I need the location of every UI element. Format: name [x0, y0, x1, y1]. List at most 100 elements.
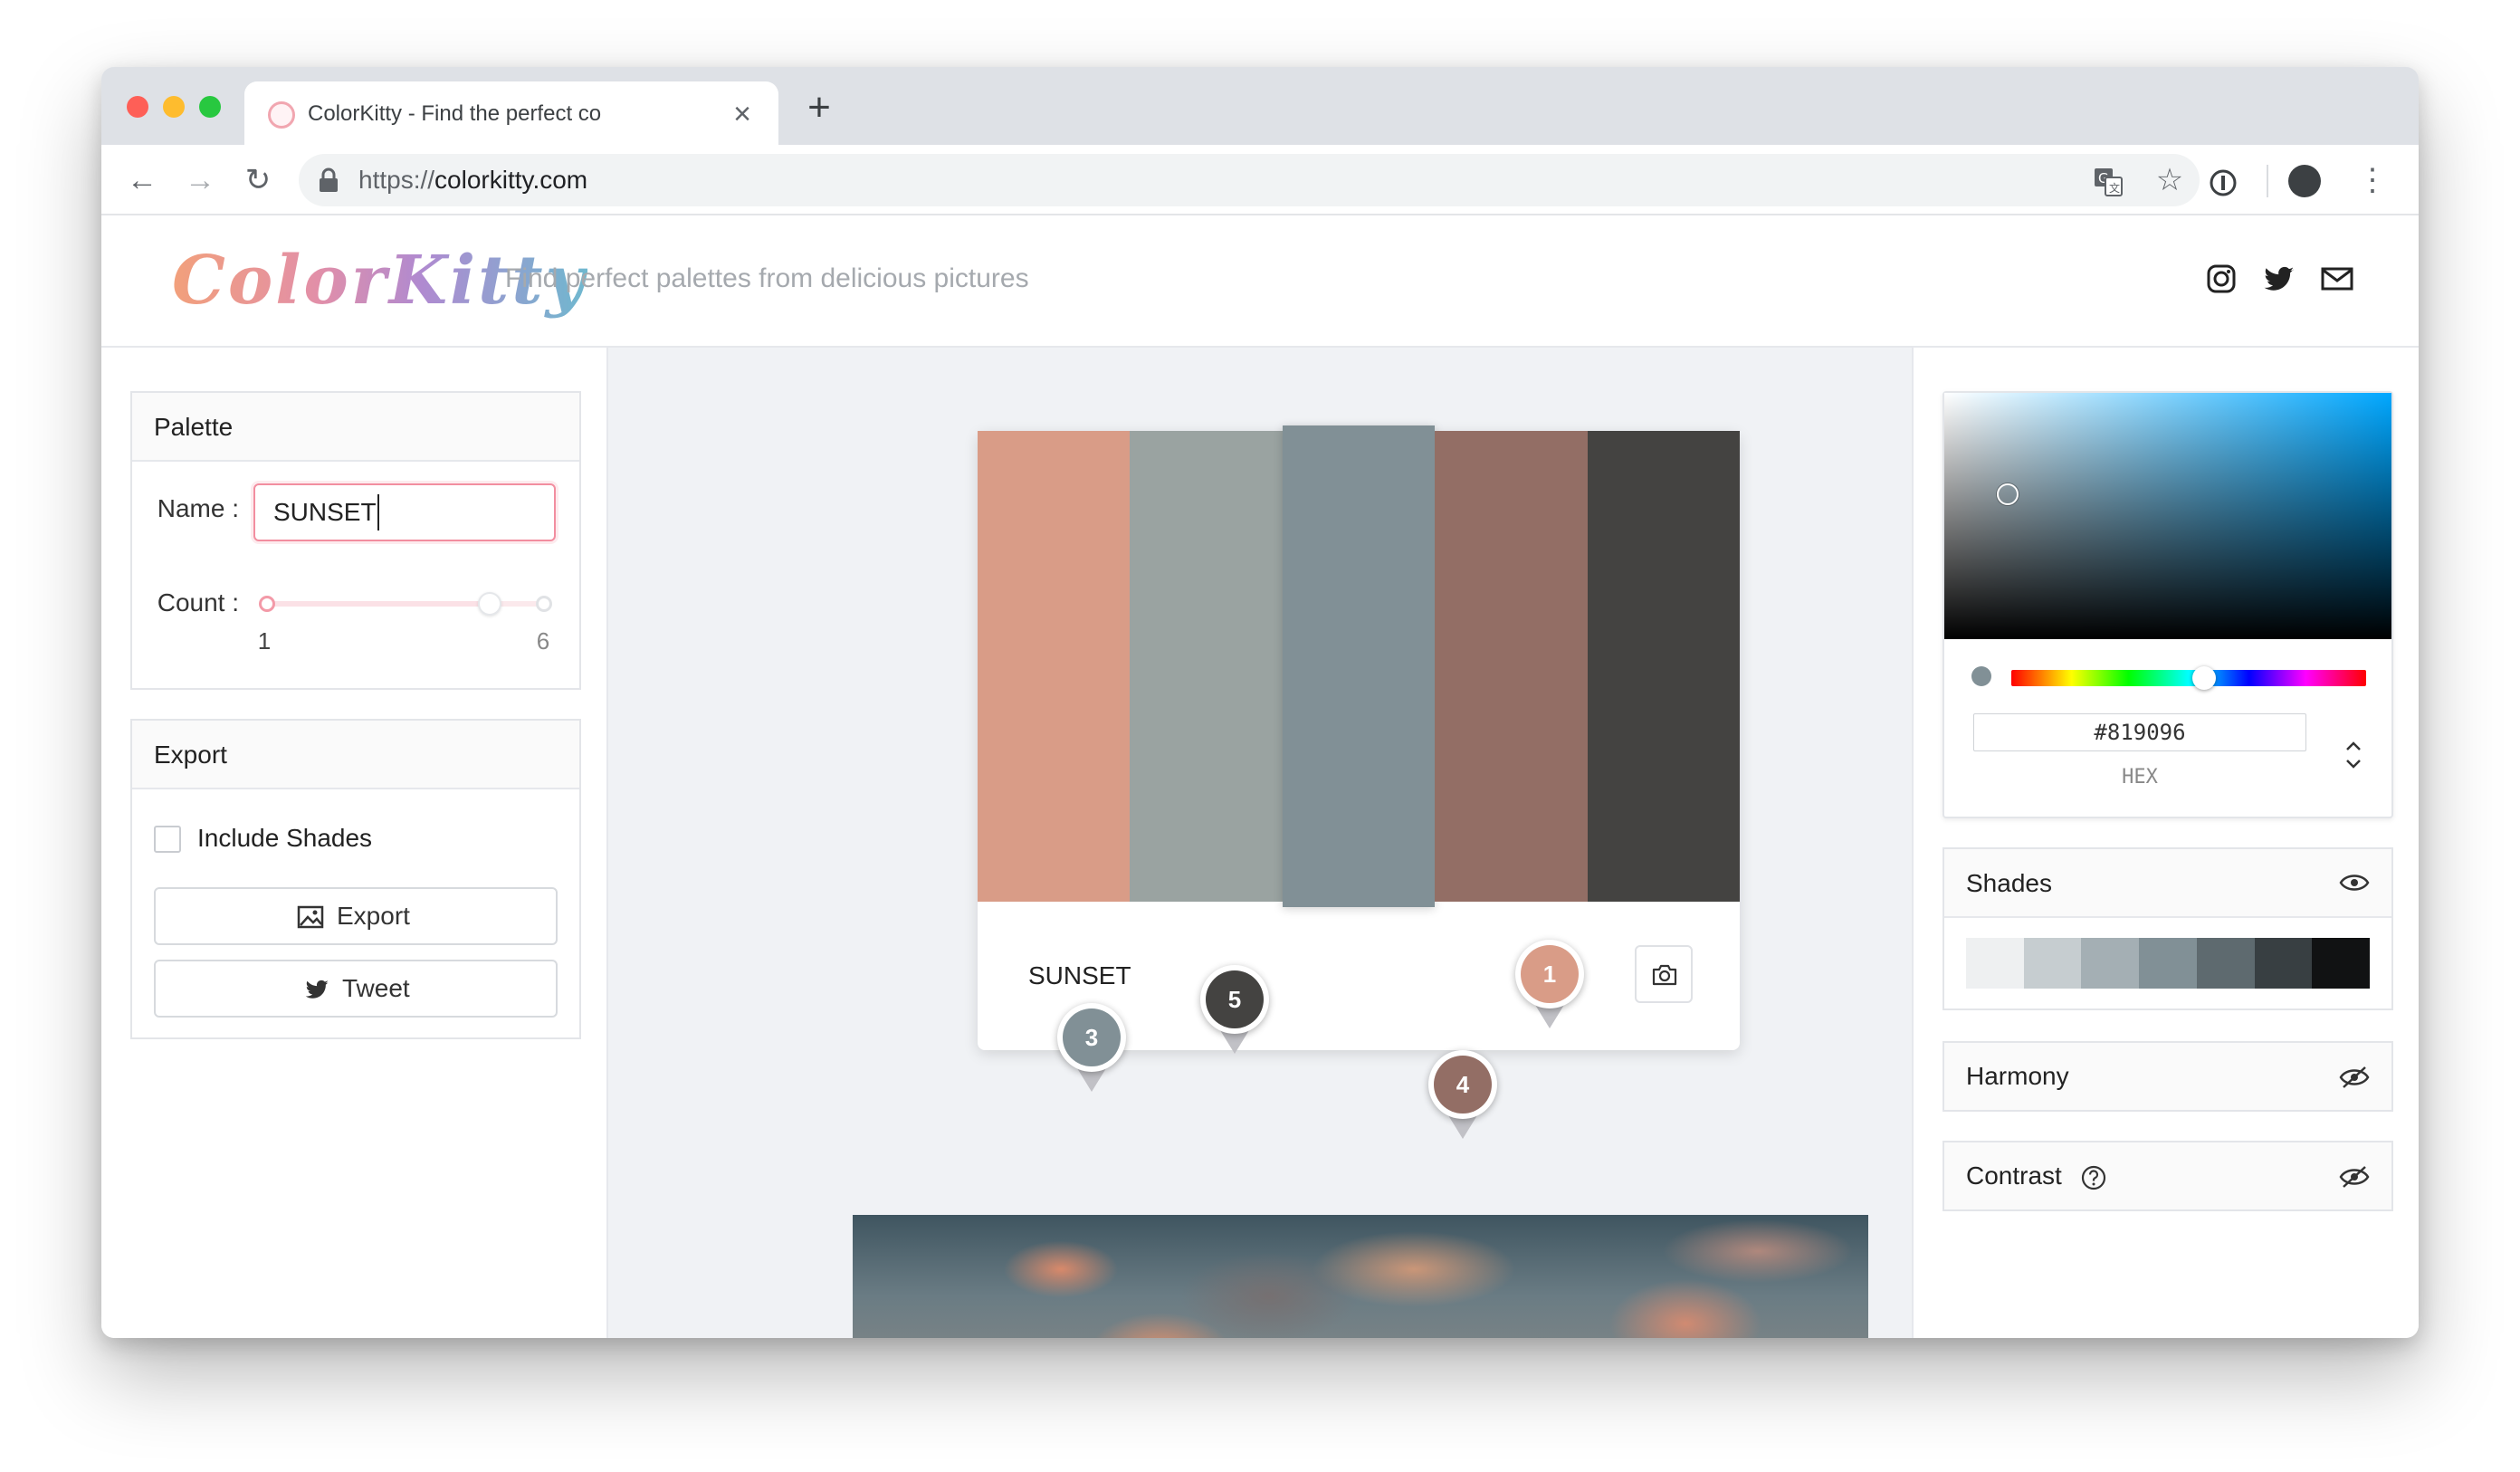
eye-off-icon[interactable]	[2339, 1164, 2370, 1190]
reload-icon[interactable]: ↻	[235, 158, 281, 203]
shade-swatch[interactable]	[2196, 938, 2256, 989]
count-max-label: 6	[536, 627, 550, 655]
help-icon[interactable]	[2080, 1164, 2107, 1191]
left-sidebar: Palette Name : SUNSET Count : 1 6 Export…	[101, 348, 608, 1338]
format-toggle-icon[interactable]	[2343, 737, 2364, 773]
password-manager-icon[interactable]	[2209, 168, 2238, 197]
count-slider-handle[interactable]	[478, 592, 501, 616]
site-header: ColorKitty Find perfect palettes from de…	[101, 215, 2419, 348]
browser-menu-icon[interactable]: ⋮	[2350, 158, 2395, 203]
export-card-header: Export	[132, 721, 579, 789]
export-card-title: Export	[154, 741, 227, 769]
export-card: Export Include Shades Export Tweet	[130, 719, 581, 1039]
address-bar[interactable]: https://colorkitty.com	[299, 154, 2200, 206]
instagram-icon[interactable]	[2201, 259, 2241, 299]
twitter-icon	[305, 980, 329, 999]
export-button-label: Export	[337, 902, 410, 930]
url-scheme: https://	[358, 166, 435, 194]
count-min-dot	[259, 596, 275, 612]
tab-title: ColorKitty - Find the perfect co	[308, 101, 602, 126]
shades-card: Shades	[1942, 847, 2393, 1010]
pin-label: 5	[1206, 970, 1264, 1028]
shade-swatch[interactable]	[2139, 938, 2198, 989]
shade-swatch[interactable]	[1966, 938, 2025, 989]
shades-title: Shades	[1966, 869, 2052, 897]
count-min-label: 1	[257, 627, 272, 655]
favicon-icon	[268, 101, 295, 129]
pin-ring: 3	[1057, 1003, 1126, 1072]
pin-label: 4	[1434, 1056, 1492, 1114]
browser-window: ColorKitty - Find the perfect co × + ← →…	[101, 67, 2419, 1338]
toolbar-divider	[2267, 165, 2268, 197]
shades-strip	[1966, 938, 2371, 989]
saturation-handle[interactable]	[1997, 483, 2019, 505]
pin-ring: 1	[1515, 940, 1584, 1008]
include-shades-checkbox[interactable]	[154, 826, 181, 853]
eye-off-icon[interactable]	[2339, 1065, 2370, 1090]
pin-label: 1	[1521, 945, 1579, 1003]
close-window-button[interactable]	[127, 96, 148, 118]
shade-swatch[interactable]	[2312, 938, 2371, 989]
palette-card-title: Palette	[154, 413, 234, 441]
tagline: Find perfect palettes from delicious pic…	[505, 263, 1029, 293]
bookmark-star-icon[interactable]: ☆	[2147, 158, 2192, 203]
palette-workspace: SUNSET 3514	[608, 348, 1912, 1338]
pin-label: 3	[1063, 1008, 1121, 1066]
back-icon[interactable]: ←	[119, 158, 165, 203]
shades-card-header: Shades	[1944, 849, 2391, 918]
hex-label: HEX	[2122, 766, 2158, 789]
url-host: colorkitty.com	[434, 166, 588, 194]
pin-ring: 4	[1428, 1050, 1497, 1119]
palette-settings-card: Palette Name : SUNSET Count : 1 6	[130, 391, 581, 690]
saturation-area[interactable]	[1944, 393, 2391, 639]
right-sidebar: #819096 HEX Shades Harmony Contrast	[1912, 348, 2419, 1338]
color-pin[interactable]: 3	[1057, 1003, 1126, 1094]
contrast-title: Contrast	[1966, 1161, 2062, 1190]
include-shades-label: Include Shades	[197, 824, 373, 852]
color-pins: 3 5 14	[608, 348, 1912, 1338]
hue-slider[interactable]	[2011, 666, 2366, 690]
new-tab-button[interactable]: +	[797, 85, 842, 130]
profile-avatar[interactable]	[2288, 165, 2321, 197]
count-slider-track[interactable]	[259, 592, 552, 616]
mail-icon[interactable]	[2317, 259, 2357, 299]
count-label: Count :	[157, 588, 239, 617]
forward-icon[interactable]: →	[177, 158, 223, 203]
eye-icon[interactable]	[2339, 871, 2370, 894]
tab-close-icon[interactable]: ×	[724, 96, 760, 132]
browser-tab[interactable]: ColorKitty - Find the perfect co ×	[244, 81, 778, 145]
url-text: https://colorkitty.com	[358, 163, 587, 197]
contrast-card[interactable]: Contrast	[1942, 1141, 2393, 1211]
harmony-title: Harmony	[1966, 1062, 2069, 1090]
lock-icon	[320, 167, 338, 192]
pin-ring: 5	[1200, 965, 1269, 1034]
svg-text:文: 文	[2109, 181, 2120, 195]
harmony-card[interactable]: Harmony	[1942, 1041, 2393, 1112]
maximize-window-button[interactable]	[199, 96, 221, 118]
translate-icon[interactable]: G 文	[2093, 167, 2124, 197]
count-max-dot	[536, 596, 552, 612]
browser-toolbar: ← → ↻ https://colorkitty.com G 文 ☆ ⋮	[101, 145, 2419, 215]
tweet-button-label: Tweet	[342, 974, 410, 1002]
shade-swatch[interactable]	[2254, 938, 2313, 989]
hex-input[interactable]: #819096	[1973, 713, 2306, 751]
current-color-dot	[1971, 666, 1991, 686]
color-picker: #819096 HEX	[1942, 391, 2393, 818]
palette-card-header: Palette	[132, 393, 579, 462]
color-pin[interactable]: 4	[1428, 1050, 1497, 1141]
count-slider-fill	[264, 601, 489, 607]
image-icon	[297, 905, 324, 929]
name-label: Name :	[157, 494, 239, 522]
twitter-icon[interactable]	[2259, 259, 2299, 299]
palette-name-input[interactable]: SUNSET	[253, 483, 556, 541]
export-button[interactable]: Export	[154, 887, 558, 945]
tab-bar: ColorKitty - Find the perfect co × +	[101, 67, 2419, 145]
color-pin[interactable]: 5	[1200, 965, 1269, 1056]
shade-swatch[interactable]	[2023, 938, 2082, 989]
palette-name-value: SUNSET	[273, 494, 379, 530]
shade-swatch[interactable]	[2081, 938, 2140, 989]
minimize-window-button[interactable]	[163, 96, 185, 118]
color-pin[interactable]: 1	[1515, 940, 1584, 1030]
hue-slider-handle[interactable]	[2192, 666, 2216, 690]
tweet-button[interactable]: Tweet	[154, 960, 558, 1018]
